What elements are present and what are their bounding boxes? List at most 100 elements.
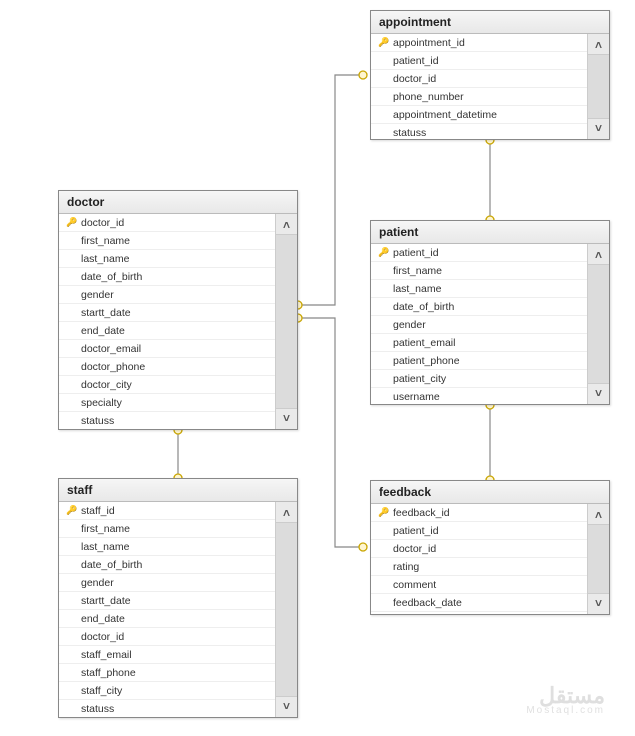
field-name-label: statuss [391, 127, 583, 139]
field-staff-doctor_id[interactable]: doctor_id [59, 628, 275, 646]
entity-rows-doctor: 🔑doctor_id first_name last_namedate_of_bir… [59, 214, 275, 429]
field-appointment-phone_number[interactable]: phone_number [371, 88, 587, 106]
chevron-down-icon[interactable]: ˅ [595, 386, 602, 400]
field-staff-staff_city[interactable]: staff_city [59, 682, 275, 700]
field-name-label: username [391, 391, 583, 403]
scrollbar-track[interactable] [276, 234, 297, 409]
chevron-down-icon[interactable]: ˅ [595, 121, 602, 135]
field-name-label: patient_id [391, 55, 583, 67]
entity-feedback[interactable]: feedback🔑feedback_id patient_id doctor_idr… [370, 480, 610, 615]
field-name-label: end_date [79, 325, 271, 337]
scrollbar-track[interactable] [588, 54, 609, 119]
field-patient-patient_phone[interactable]: patient_phone [371, 352, 587, 370]
entity-header-appointment[interactable]: appointment [371, 11, 609, 34]
field-appointment-appointment_datetime[interactable]: appointment_datetime [371, 106, 587, 124]
field-doctor-doctor_id[interactable]: 🔑doctor_id [59, 214, 275, 232]
field-name-label: statuss [79, 415, 271, 427]
chevron-up-icon[interactable]: ˄ [595, 248, 602, 262]
entity-header-patient[interactable]: patient [371, 221, 609, 244]
chevron-up-icon[interactable]: ˄ [595, 38, 602, 52]
field-staff-staff_phone[interactable]: staff_phone [59, 664, 275, 682]
entity-doctor[interactable]: doctor🔑doctor_id first_name last_namedate_… [58, 190, 298, 430]
field-doctor-gender[interactable]: gender [59, 286, 275, 304]
primary-key-icon: 🔑 [377, 507, 391, 518]
field-staff-staff_id[interactable]: 🔑staff_id [59, 502, 275, 520]
field-appointment-doctor_id[interactable]: doctor_id [371, 70, 587, 88]
chevron-up-icon[interactable]: ˄ [283, 506, 290, 520]
field-feedback-feedback_id[interactable]: 🔑feedback_id [371, 504, 587, 522]
field-patient-date_of_birth[interactable]: date_of_birth [371, 298, 587, 316]
field-name-label: startt_date [79, 307, 271, 319]
field-feedback-comment[interactable]: comment [371, 576, 587, 594]
field-staff-date_of_birth[interactable]: date_of_birth [59, 556, 275, 574]
chevron-down-icon[interactable]: ˅ [283, 699, 290, 713]
field-feedback-feedback_date[interactable]: feedback_date [371, 594, 587, 612]
field-name-label: end_date [79, 613, 271, 625]
field-name-label: patient_id [391, 247, 583, 259]
scrollbar-feedback[interactable]: ˄˅ [587, 504, 609, 614]
scrollbar-track[interactable] [588, 524, 609, 594]
primary-key-icon: 🔑 [65, 505, 79, 516]
chevron-up-icon[interactable]: ˄ [595, 508, 602, 522]
field-staff-first_name[interactable]: first_name [59, 520, 275, 538]
field-doctor-statuss[interactable]: statuss [59, 412, 275, 429]
field-patient-patient_id[interactable]: 🔑patient_id [371, 244, 587, 262]
entity-header-doctor[interactable]: doctor [59, 191, 297, 214]
field-doctor-last_name[interactable]: last_name [59, 250, 275, 268]
field-name-label: patient_email [391, 337, 583, 349]
field-doctor-date_of_birth[interactable]: date_of_birth [59, 268, 275, 286]
field-patient-patient_email[interactable]: patient_email [371, 334, 587, 352]
field-patient-patient_city[interactable]: patient_city [371, 370, 587, 388]
entity-body-staff: 🔑staff_idfirst_namelast_namedate_of_birt… [59, 502, 297, 717]
field-appointment-statuss[interactable]: statuss [371, 124, 587, 139]
chevron-down-icon[interactable]: ˅ [595, 596, 602, 610]
field-name-label: phone_number [391, 91, 583, 103]
field-staff-last_name[interactable]: last_name [59, 538, 275, 556]
scrollbar-doctor[interactable]: ˄˅ [275, 214, 297, 429]
field-name-label: doctor_id [391, 73, 583, 85]
field-feedback-patient_id[interactable]: patient_id [371, 522, 587, 540]
field-doctor-first_name[interactable]: first_name [59, 232, 275, 250]
scrollbar-track[interactable] [588, 264, 609, 384]
scrollbar-track[interactable] [276, 522, 297, 697]
field-name-label: first_name [79, 235, 271, 247]
field-doctor-doctor_email[interactable]: doctor_email [59, 340, 275, 358]
field-patient-last_name[interactable]: last_name [371, 280, 587, 298]
field-doctor-doctor_phone[interactable]: doctor_phone [59, 358, 275, 376]
field-doctor-startt_date[interactable]: startt_date [59, 304, 275, 322]
field-doctor-doctor_city[interactable]: doctor_city [59, 376, 275, 394]
field-name-label: patient_city [391, 373, 583, 385]
field-patient-username[interactable]: username [371, 388, 587, 404]
entity-staff[interactable]: staff🔑staff_idfirst_namelast_namedate_of… [58, 478, 298, 718]
field-patient-first_name[interactable]: first_name [371, 262, 587, 280]
erd-canvas: مستقل Mostaql.com appointment🔑appointmen… [0, 0, 635, 736]
field-staff-statuss[interactable]: statuss [59, 700, 275, 717]
field-name-label: staff_phone [79, 667, 271, 679]
field-name-label: patient_phone [391, 355, 583, 367]
entity-patient[interactable]: patient🔑patient_idfirst_namelast_namedat… [370, 220, 610, 405]
primary-key-icon: 🔑 [65, 217, 79, 228]
field-name-label: date_of_birth [391, 301, 583, 313]
field-patient-gender[interactable]: gender [371, 316, 587, 334]
scrollbar-appointment[interactable]: ˄˅ [587, 34, 609, 139]
field-staff-startt_date[interactable]: startt_date [59, 592, 275, 610]
field-staff-end_date[interactable]: end_date [59, 610, 275, 628]
field-name-label: patient_id [391, 525, 583, 537]
entity-body-appointment: 🔑appointment_id patient_id doctor_id phone_… [371, 34, 609, 139]
chevron-up-icon[interactable]: ˄ [283, 218, 290, 232]
entity-appointment[interactable]: appointment🔑appointment_id patient_iddoct… [370, 10, 610, 140]
field-doctor-specialty[interactable]: specialty [59, 394, 275, 412]
field-feedback-doctor_id[interactable]: doctor_id [371, 540, 587, 558]
field-staff-gender[interactable]: gender [59, 574, 275, 592]
field-feedback-rating[interactable]: rating [371, 558, 587, 576]
field-appointment-patient_id[interactable]: patient_id [371, 52, 587, 70]
scrollbar-patient[interactable]: ˄˅ [587, 244, 609, 404]
field-name-label: staff_id [79, 505, 271, 517]
scrollbar-staff[interactable]: ˄˅ [275, 502, 297, 717]
field-doctor-end_date[interactable]: end_date [59, 322, 275, 340]
entity-header-feedback[interactable]: feedback [371, 481, 609, 504]
field-staff-staff_email[interactable]: staff_email [59, 646, 275, 664]
entity-header-staff[interactable]: staff [59, 479, 297, 502]
field-appointment-appointment_id[interactable]: 🔑appointment_id [371, 34, 587, 52]
chevron-down-icon[interactable]: ˅ [283, 411, 290, 425]
